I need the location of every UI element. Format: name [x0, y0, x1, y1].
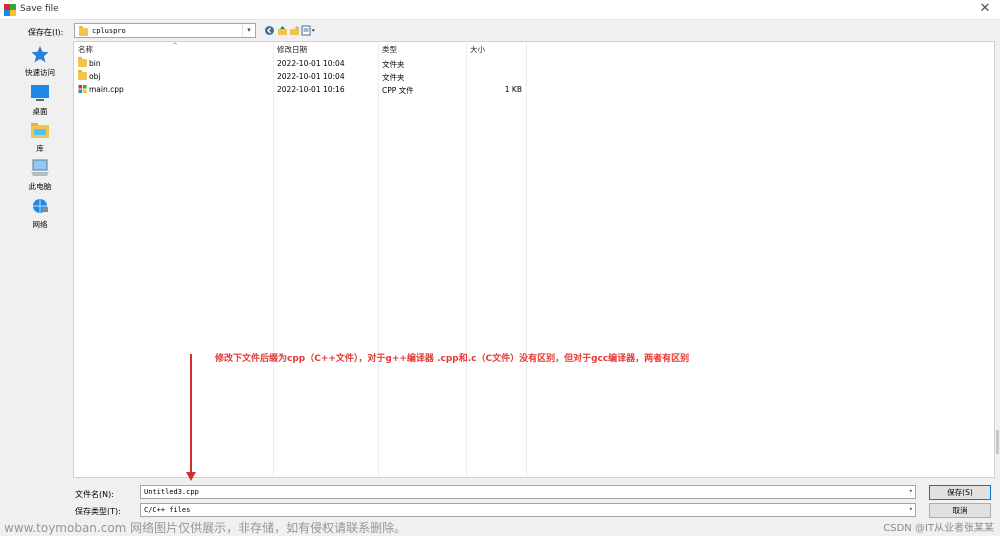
- folder-icon: [79, 26, 88, 36]
- file-type: 文件夹: [382, 73, 405, 82]
- column-header-type[interactable]: 类型: [382, 44, 397, 55]
- annotation-arrow: [190, 354, 192, 474]
- star-icon: [31, 46, 49, 63]
- look-in-label: 保存在(I):: [28, 28, 64, 37]
- file-type-value: C/C++ files: [144, 506, 191, 514]
- back-icon[interactable]: [264, 25, 275, 36]
- look-in-combo[interactable]: cpluspro ▾: [74, 23, 256, 38]
- file-name-input[interactable]: Untitled3.cpp ▾: [140, 485, 916, 499]
- column-divider[interactable]: [466, 42, 467, 477]
- column-header-modified[interactable]: 修改日期: [277, 44, 307, 55]
- column-divider[interactable]: [273, 42, 274, 477]
- place-this-pc[interactable]: 此电脑: [14, 159, 66, 192]
- cpp-file-icon: [78, 85, 87, 93]
- file-modified: 2022-10-01 10:04: [277, 59, 345, 68]
- places-bar: 快速访问 桌面 库 此电脑 网络: [0, 39, 77, 529]
- folder-icon: [78, 70, 87, 80]
- place-label: 此电脑: [28, 182, 52, 191]
- app-icon: [4, 4, 16, 16]
- chevron-down-icon[interactable]: ▾: [909, 505, 913, 513]
- place-label: 快速访问: [25, 68, 55, 77]
- computer-icon: [31, 159, 49, 176]
- desktop-icon: [31, 85, 49, 101]
- chevron-down-icon[interactable]: ▾: [242, 24, 255, 37]
- file-modified: 2022-10-01 10:04: [277, 72, 345, 81]
- file-name: main.cpp: [89, 85, 124, 94]
- watermark-text: www.toymoban.com 网络图片仅供展示，非存储，如有侵权请联系删除。: [4, 521, 407, 535]
- column-divider[interactable]: [378, 42, 379, 477]
- place-label: 库: [36, 144, 44, 153]
- new-folder-icon[interactable]: [289, 25, 300, 36]
- look-in-value: cpluspro: [92, 27, 126, 35]
- file-list[interactable]: 名称 ^ 修改日期 类型 大小 bin 2022-10-01 10:04 文件夹…: [73, 41, 995, 478]
- csdn-watermark: CSDN @IT从业者张某某: [883, 523, 994, 534]
- view-menu-icon[interactable]: [301, 25, 316, 36]
- file-size: 1 KB: [504, 85, 522, 94]
- file-type: 文件夹: [382, 60, 405, 69]
- file-type: CPP 文件: [382, 86, 414, 95]
- file-name: bin: [89, 59, 101, 68]
- place-quick-access[interactable]: 快速访问: [14, 45, 66, 78]
- file-type-select[interactable]: C/C++ files ▾: [140, 503, 916, 517]
- place-label: 网络: [32, 220, 48, 229]
- sort-up-icon: ^: [172, 42, 178, 50]
- close-icon[interactable]: ✕: [978, 1, 992, 17]
- save-button[interactable]: 保存(S): [929, 485, 991, 500]
- file-row[interactable]: bin 2022-10-01 10:04 文件夹: [74, 57, 534, 70]
- file-row[interactable]: main.cpp 2022-10-01 10:16 CPP 文件 1 KB: [74, 83, 534, 96]
- annotation-text: 修改下文件后缀为cpp（C++文件），对于g++编译器 .cpp和.c（C文件）…: [215, 354, 690, 364]
- column-header-size[interactable]: 大小: [470, 44, 485, 55]
- file-type-label: 保存类型(T):: [75, 507, 121, 516]
- title-bar: Save file ✕: [0, 0, 1000, 20]
- arrow-down-icon: [186, 472, 196, 481]
- place-library[interactable]: 库: [14, 121, 66, 154]
- folder-icon: [78, 57, 87, 67]
- scrollbar[interactable]: [996, 430, 999, 454]
- file-name: obj: [89, 72, 101, 81]
- column-divider[interactable]: [526, 42, 527, 477]
- library-icon: [31, 123, 49, 138]
- file-name-label: 文件名(N):: [75, 490, 114, 499]
- file-row[interactable]: obj 2022-10-01 10:04 文件夹: [74, 70, 534, 83]
- network-icon: [33, 199, 48, 213]
- place-label: 桌面: [32, 107, 48, 116]
- file-modified: 2022-10-01 10:16: [277, 85, 345, 94]
- chevron-down-icon[interactable]: ▾: [909, 487, 913, 495]
- place-network[interactable]: 网络: [14, 197, 66, 230]
- window-title: Save file: [20, 4, 59, 14]
- column-header-name[interactable]: 名称: [78, 44, 93, 55]
- place-desktop[interactable]: 桌面: [14, 84, 66, 117]
- file-name-value: Untitled3.cpp: [144, 488, 199, 496]
- up-folder-icon[interactable]: [277, 25, 288, 36]
- cancel-button[interactable]: 取消: [929, 503, 991, 518]
